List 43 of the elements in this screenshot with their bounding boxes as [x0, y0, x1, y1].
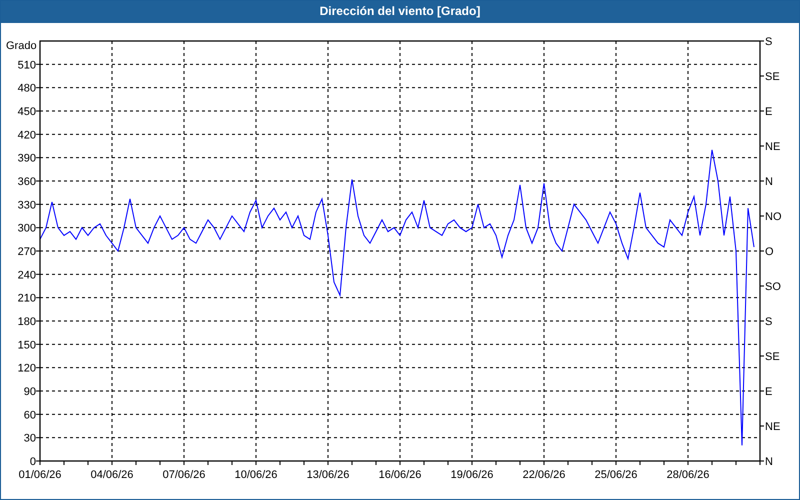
- date-label: 28/06/26: [666, 469, 710, 481]
- date-label: 25/06/26: [594, 469, 638, 481]
- y-axis-label: 330: [18, 199, 36, 212]
- y-axis-label: 150: [18, 339, 36, 352]
- y-axis-label: 510: [18, 59, 36, 72]
- compass-label: E: [765, 106, 772, 118]
- date-label: 07/06/26: [162, 469, 206, 481]
- compass-label: NO: [765, 211, 782, 223]
- compass-label: N: [765, 176, 773, 188]
- compass-label: O: [765, 246, 774, 258]
- compass-label: SE: [765, 71, 780, 83]
- compass-label: NE: [765, 141, 780, 153]
- compass-label: S: [765, 316, 772, 328]
- date-label: 19/06/26: [450, 469, 494, 481]
- compass-label: SE: [765, 351, 780, 363]
- date-label: 10/06/26: [234, 469, 278, 481]
- date-label: 01/06/26: [18, 469, 62, 481]
- window-title: Dirección del viento [Grado]: [1, 1, 799, 23]
- date-label: 16/06/26: [378, 469, 422, 481]
- y-axis-label: 180: [18, 316, 36, 328]
- y-axis-label: 90: [24, 386, 36, 398]
- y-axis-label: 0: [30, 456, 36, 468]
- y-axis-title: Grado: [6, 40, 37, 52]
- y-axis-label: 30: [24, 432, 36, 445]
- y-axis-label: 270: [18, 246, 36, 258]
- y-axis-label: 60: [24, 409, 36, 422]
- y-axis-label: 210: [18, 292, 36, 305]
- y-axis-label: 390: [18, 152, 36, 165]
- compass-label: NE: [765, 421, 780, 433]
- y-axis-label: 480: [18, 82, 36, 95]
- compass-label: E: [765, 386, 772, 398]
- y-axis-label: 450: [18, 106, 36, 118]
- date-label: 22/06/26: [522, 469, 566, 481]
- y-axis-label: 300: [18, 222, 36, 235]
- y-axis-label: 240: [18, 269, 36, 282]
- compass-label: N: [765, 456, 773, 468]
- compass-label: S: [765, 36, 772, 48]
- y-axis-label: 360: [18, 176, 36, 188]
- compass-label: SO: [765, 281, 781, 293]
- y-axis-label: 420: [18, 129, 36, 142]
- date-label: 04/06/26: [90, 469, 134, 481]
- date-label: 13/06/26: [306, 469, 350, 481]
- y-axis-label: 120: [18, 362, 36, 375]
